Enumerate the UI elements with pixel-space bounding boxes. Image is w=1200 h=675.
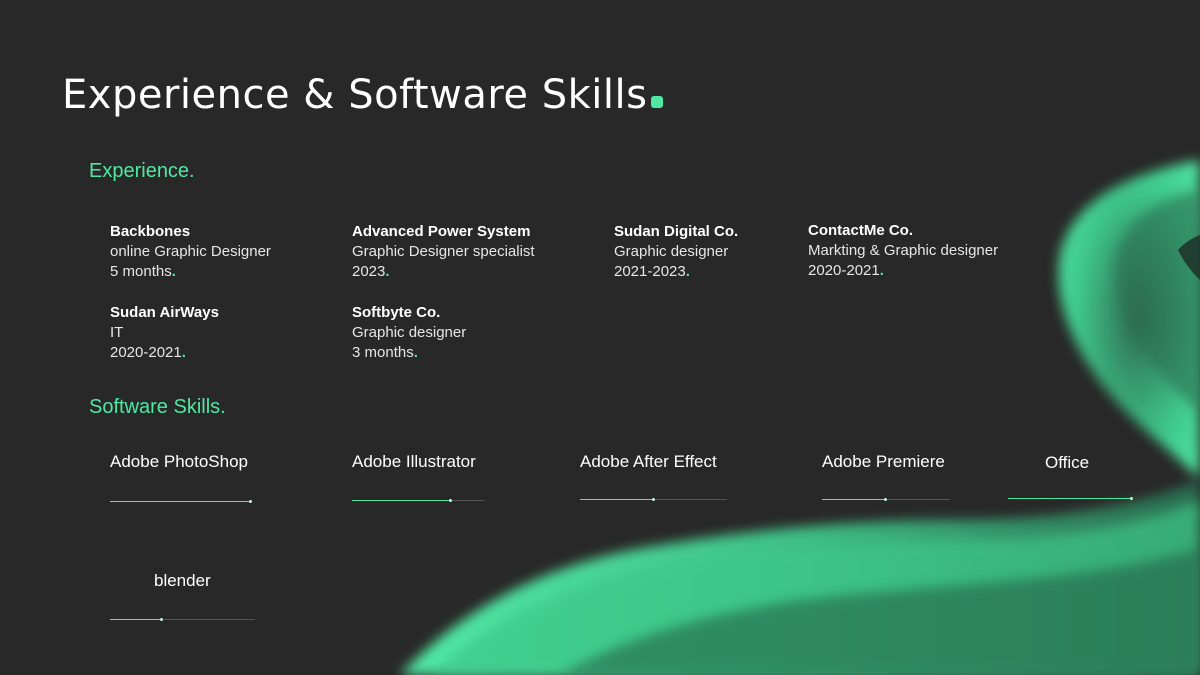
experience-role: Graphic designer [352, 324, 467, 341]
experience-period: 3 months [352, 344, 414, 361]
experience-item-contactme: ContactMe Co. Markting & Graphic designe… [808, 221, 998, 281]
experience-role: Graphic Designer specialist [352, 243, 535, 260]
experience-item-sudan-airways: Sudan AirWays IT 2020-2021. [110, 303, 219, 363]
accent-dot: . [413, 344, 418, 361]
experience-period: 2023 [352, 263, 386, 280]
skill-bar-fill [110, 501, 251, 502]
skill-bar-fill [352, 500, 451, 501]
accent-dot: . [181, 344, 186, 361]
experience-item-advanced-power-system: Advanced Power System Graphic Designer s… [352, 222, 535, 282]
skill-bar-fill [1008, 498, 1132, 499]
skill-bar-knob [248, 500, 252, 503]
experience-period: 2020-2021 [808, 262, 880, 279]
skill-name: Adobe After Effect [580, 452, 717, 471]
experience-company: Softbyte Co. [352, 304, 441, 321]
experience-role: Graphic designer [614, 243, 729, 260]
skill-name: Adobe PhotoShop [110, 452, 249, 471]
experience-role: online Graphic Designer [110, 243, 271, 260]
experience-period: 5 months [110, 263, 172, 280]
skill-adobe-after-effect: Adobe After Effect [580, 452, 740, 512]
skill-adobe-illustrator: Adobe Illustrator [352, 452, 492, 512]
experience-item-backbones: Backbones online Graphic Designer 5 mont… [110, 222, 271, 282]
skill-name: Adobe Illustrator [352, 452, 476, 471]
skill-bar-track [110, 500, 252, 503]
software-skills-heading: Software Skills. [89, 396, 226, 418]
skill-bar-track [1008, 497, 1133, 500]
experience-item-softbyte: Softbyte Co. Graphic designer 3 months. [352, 303, 466, 363]
skill-adobe-photoshop: Adobe PhotoShop [110, 452, 255, 512]
skill-bar-fill [580, 499, 654, 500]
accent-dot: . [685, 263, 690, 280]
experience-item-sudan-digital: Sudan Digital Co. Graphic designer 2021-… [614, 222, 738, 282]
experience-role: IT [110, 324, 124, 341]
experience-role: Markting & Graphic designer [808, 242, 999, 259]
skill-bar-track [580, 498, 727, 501]
skill-bar-fill [110, 619, 163, 620]
skill-bar-track [110, 618, 255, 621]
experience-period: 2021-2023 [614, 263, 686, 280]
accent-dot: . [385, 263, 390, 280]
skill-bar-knob [1129, 497, 1133, 500]
accent-dot: . [171, 263, 176, 280]
experience-company: Backbones [110, 223, 191, 240]
skill-bar-knob [449, 499, 452, 502]
experience-company: Sudan Digital Co. [614, 223, 739, 240]
skill-name: Adobe Premiere [822, 452, 945, 471]
skill-bar-track [822, 498, 950, 501]
page-title: Experience & Software Skills [62, 72, 664, 118]
skill-bar-knob [160, 618, 164, 621]
accent-dot: . [879, 262, 884, 279]
skill-blender: blender [110, 571, 260, 631]
skill-bar-knob [651, 498, 655, 501]
skill-adobe-premiere: Adobe Premiere [822, 452, 962, 512]
experience-company: Advanced Power System [352, 223, 531, 240]
skill-bar-fill [822, 499, 886, 500]
skill-office: Office [1008, 453, 1138, 513]
skill-bar-track [352, 499, 484, 502]
experience-company: Sudan AirWays [110, 304, 219, 321]
skill-bar-knob [884, 498, 887, 501]
experience-company: ContactMe Co. [808, 222, 913, 239]
experience-period: 2020-2021 [110, 344, 182, 361]
skill-name: Office [1045, 453, 1090, 472]
skill-name: blender [154, 571, 211, 590]
experience-heading: Experience. [89, 160, 195, 182]
title-accent-dot [651, 96, 664, 108]
